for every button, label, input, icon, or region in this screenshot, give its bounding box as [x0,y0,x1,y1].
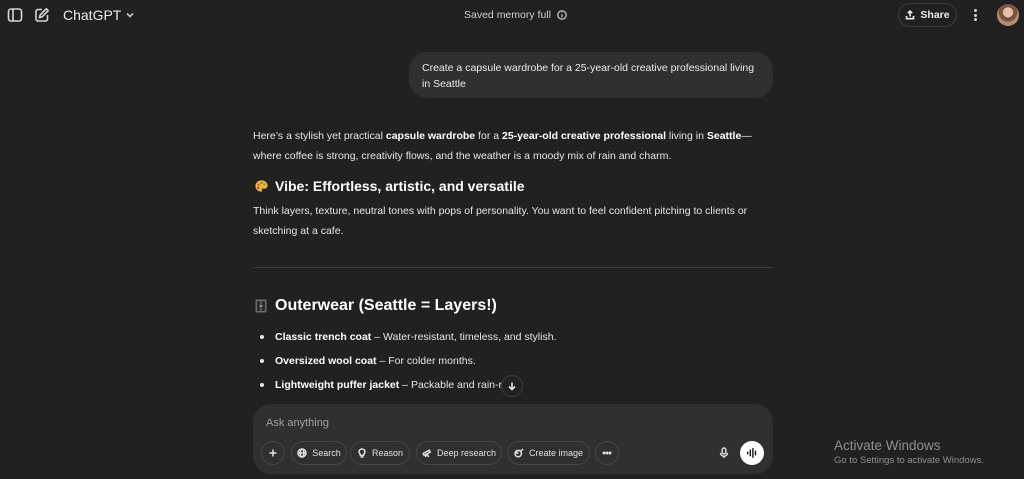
top-bar: ChatGPT Saved memory full Share [0,0,1024,30]
composer: Search Reason Deep research Create image [253,404,773,474]
search-label: Search [312,448,341,458]
create-image-button[interactable]: Create image [507,441,590,465]
vibe-text: Think layers, texture, neutral tones wit… [253,205,748,237]
lightbulb-icon [358,448,366,458]
info-icon [557,10,567,20]
voice-mode-button[interactable] [740,441,764,465]
chevron-down-icon [126,12,134,18]
model-name: ChatGPT [63,7,122,23]
search-button[interactable]: Search [291,441,347,465]
attach-button[interactable] [261,441,285,465]
memory-status[interactable]: Saved memory full [464,9,567,21]
deep-research-label: Deep research [436,448,497,458]
new-chat-icon[interactable] [31,4,53,26]
message-input[interactable] [266,414,666,432]
memory-status-text: Saved memory full [464,9,551,21]
user-message: Create a capsule wardrobe for a 25-year-… [409,52,773,98]
arrow-down-icon [508,382,516,391]
image-brush-icon [514,448,524,458]
more-options-icon[interactable] [969,7,981,23]
vibe-heading: Vibe: Effortless, artistic, and versatil… [253,178,525,194]
deep-research-button[interactable]: Deep research [416,441,502,465]
share-button[interactable]: Share [898,3,957,27]
outerwear-heading: Outerwear (Seattle = Layers!) [253,297,497,315]
plus-icon [269,449,277,457]
assistant-intro: Here’s a stylish yet practical capsule w… [253,130,752,162]
waveform-icon [747,448,757,458]
coat-icon [253,298,269,314]
share-icon [906,10,915,20]
share-label: Share [920,9,950,21]
microphone-button[interactable] [712,441,736,465]
microphone-icon [719,447,729,458]
windows-activation-watermark: Activate Windows Go to Settings to activ… [834,438,984,466]
watermark-subtitle: Go to Settings to activate Windows. [834,455,984,466]
create-image-label: Create image [528,448,584,458]
scroll-to-bottom-button[interactable] [501,375,523,397]
vibe-heading-text: Vibe: Effortless, artistic, and versatil… [275,178,525,194]
watermark-title: Activate Windows [834,438,941,453]
artist-palette-icon [253,178,269,194]
model-selector[interactable]: ChatGPT [63,7,135,23]
list-item: Classic trench coat – Water-resistant, t… [260,328,770,352]
list-item: Oversized wool coat – For colder months. [260,352,770,376]
avatar[interactable] [997,4,1019,26]
divider [253,267,773,268]
sidebar-toggle-icon[interactable] [4,4,26,26]
more-tools-button[interactable] [595,441,619,465]
telescope-icon [422,449,432,458]
ellipsis-icon [602,451,612,455]
reason-label: Reason [371,448,404,458]
outerwear-heading-text: Outerwear (Seattle = Layers!) [275,297,497,314]
globe-icon [297,448,307,458]
reason-button[interactable]: Reason [350,441,410,465]
